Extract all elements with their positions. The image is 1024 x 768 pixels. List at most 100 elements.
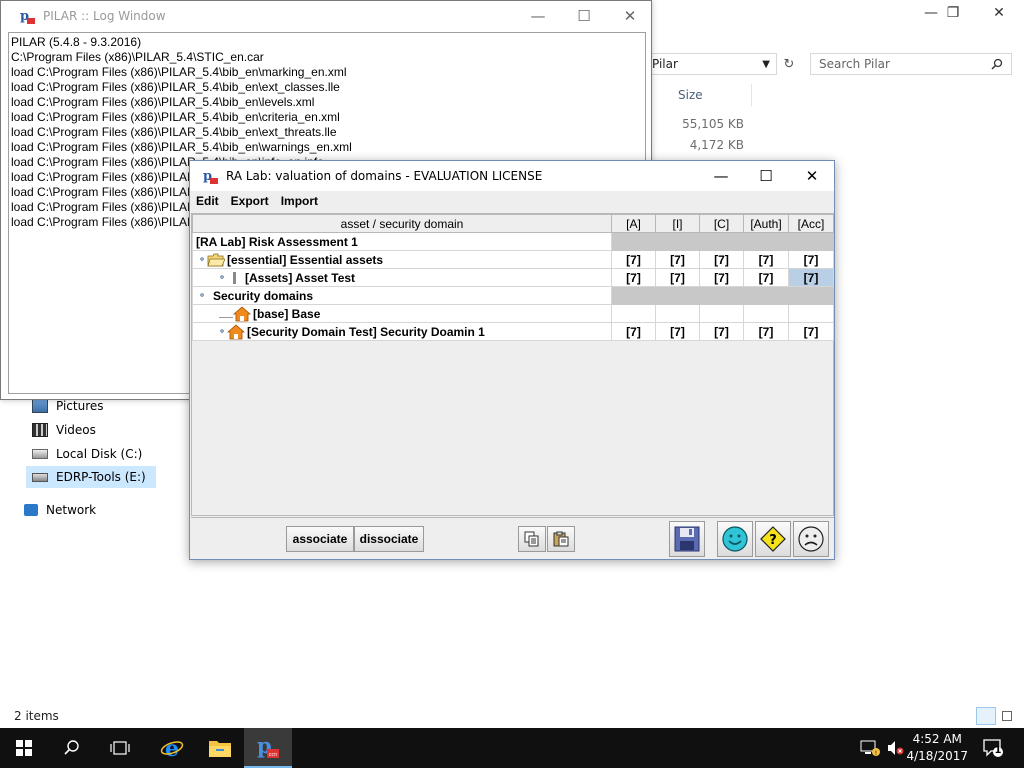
explorer-close-button[interactable]: ✕ <box>976 0 1022 26</box>
column-header-acc[interactable]: [Acc] <box>788 214 834 233</box>
value-cell[interactable]: [7] <box>699 268 744 287</box>
value-cell[interactable] <box>699 232 744 251</box>
ra-maximize-button[interactable]: ☐ <box>743 161 789 191</box>
details-view-button[interactable] <box>976 707 996 725</box>
log-minimize-button[interactable]: — <box>515 1 561 31</box>
value-cell[interactable]: [7] <box>699 250 744 269</box>
value-cell[interactable]: [7] <box>611 250 656 269</box>
value-cell[interactable] <box>655 304 700 323</box>
tree-cell[interactable]: ⚬ Security domains <box>192 286 612 305</box>
value-cell[interactable]: [7] <box>611 268 656 287</box>
column-header-c[interactable]: [C] <box>699 214 744 233</box>
search-input[interactable]: Search Pilar <box>810 53 1012 75</box>
log-line: load C:\Program Files (x86)\PILAR_5.4\bi… <box>11 95 315 109</box>
value-cell[interactable] <box>611 304 656 323</box>
menu-import[interactable]: Import <box>281 194 318 208</box>
help-button[interactable]: ? <box>755 521 791 557</box>
ra-minimize-button[interactable]: — <box>698 161 744 191</box>
value-cell[interactable]: [7] <box>611 322 656 341</box>
log-maximize-button[interactable]: ☐ <box>561 1 607 31</box>
search-button[interactable] <box>48 728 96 768</box>
action-center-button[interactable]: 1 <box>982 738 1004 758</box>
log-line: load C:\Program Files (x86)\PILAR_5.4\bi… <box>11 110 340 124</box>
column-header-auth[interactable]: [Auth] <box>743 214 789 233</box>
value-cell[interactable]: [7] <box>788 250 834 269</box>
taskbar-pilar-app[interactable]: p ccn <box>244 728 292 768</box>
network-tray-icon[interactable]: ! <box>860 739 880 760</box>
task-view-button[interactable] <box>96 728 144 768</box>
column-header-asset[interactable]: asset / security domain <box>192 214 612 233</box>
save-button[interactable] <box>669 521 705 557</box>
tree-expand-toggle-icon[interactable]: ⚬ <box>197 254 207 265</box>
menu-edit[interactable]: Edit <box>196 194 219 208</box>
happy-face-icon <box>722 526 748 552</box>
menu-export[interactable]: Export <box>231 194 269 208</box>
chevron-down-icon[interactable]: ▼ <box>762 59 770 70</box>
nav-item-network[interactable]: Network <box>24 499 96 521</box>
address-bar[interactable]: Pilar ▼ <box>645 53 777 75</box>
value-cell[interactable]: [7] <box>655 268 700 287</box>
network-icon <box>24 504 38 516</box>
value-cell[interactable] <box>788 286 834 305</box>
tree-expand-toggle-icon[interactable]: ⚬ <box>217 326 227 337</box>
large-icons-view-button[interactable] <box>998 707 1018 725</box>
copy-button[interactable] <box>518 526 546 552</box>
ra-window-titlebar[interactable]: p RA Lab: valuation of domains - EVALUAT… <box>190 161 834 191</box>
videos-icon <box>32 423 48 437</box>
table-row[interactable]: ⚬ Security domains <box>192 286 834 305</box>
table-row[interactable]: ⚬ [Assets] Asset Test [7] [7] [7] [7] [7… <box>192 268 834 287</box>
refresh-icon[interactable]: ↻ <box>779 53 799 75</box>
cancel-button[interactable] <box>793 521 829 557</box>
paste-button[interactable] <box>547 526 575 552</box>
column-header-i[interactable]: [I] <box>655 214 700 233</box>
log-window-titlebar[interactable]: p PILAR :: Log Window — ☐ ✕ <box>1 1 651 31</box>
system-clock[interactable]: 4:52 AM 4/18/2017 <box>906 731 968 765</box>
tree-cell[interactable]: ⚬ [essential] Essential assets <box>192 250 612 269</box>
nav-item-local-disk[interactable]: Local Disk (C:) <box>32 443 142 465</box>
tree-cell[interactable]: ⚬ [Security Domain Test] Security Doamin… <box>192 322 612 341</box>
value-cell[interactable]: [7] <box>743 268 789 287</box>
value-cell[interactable] <box>655 286 700 305</box>
explorer-restore-button[interactable]: ❐ <box>930 0 976 26</box>
value-cell[interactable] <box>788 304 834 323</box>
column-header-a[interactable]: [A] <box>611 214 656 233</box>
dissociate-button[interactable]: dissociate <box>354 526 424 552</box>
taskbar-internet-explorer[interactable]: e <box>148 728 196 768</box>
associate-button[interactable]: associate <box>286 526 354 552</box>
tree-node-icon[interactable]: ⚬ <box>217 272 227 283</box>
value-cell[interactable] <box>611 232 656 251</box>
volume-muted-icon[interactable] <box>886 739 904 760</box>
value-cell[interactable] <box>699 286 744 305</box>
value-cell[interactable]: [7] <box>788 322 834 341</box>
value-cell[interactable] <box>743 232 789 251</box>
nav-item-edrp-tools[interactable]: EDRP-Tools (E:) <box>26 466 156 488</box>
start-button[interactable] <box>0 728 48 768</box>
nav-item-videos[interactable]: Videos <box>32 419 96 441</box>
size-column-header[interactable]: Size <box>672 84 752 106</box>
log-close-button[interactable]: ✕ <box>607 1 653 31</box>
ra-close-button[interactable]: ✕ <box>789 161 835 191</box>
value-cell[interactable]: [7] <box>743 322 789 341</box>
value-cell[interactable] <box>699 304 744 323</box>
ok-button[interactable] <box>717 521 753 557</box>
table-row[interactable]: ⚬ [essential] Essential assets [7] [7] [… <box>192 250 834 269</box>
value-cell[interactable] <box>743 304 789 323</box>
value-cell[interactable] <box>743 286 789 305</box>
table-row[interactable]: [RA Lab] Risk Assessment 1 <box>192 232 834 251</box>
value-cell[interactable]: [7] <box>743 250 789 269</box>
tree-cell[interactable]: [base] Base <box>192 304 612 323</box>
value-cell[interactable] <box>655 232 700 251</box>
tree-cell[interactable]: [RA Lab] Risk Assessment 1 <box>192 232 612 251</box>
taskbar-file-explorer[interactable] <box>196 728 244 768</box>
table-row[interactable]: [base] Base <box>192 304 834 323</box>
value-cell[interactable]: [7] <box>699 322 744 341</box>
value-cell[interactable] <box>788 232 834 251</box>
table-row[interactable]: ⚬ [Security Domain Test] Security Doamin… <box>192 322 834 341</box>
tree-expand-toggle-icon[interactable]: ⚬ <box>197 290 207 301</box>
value-cell[interactable]: [7] <box>655 250 700 269</box>
value-cell-selected[interactable]: [7] <box>788 268 834 287</box>
value-cell[interactable]: [7] <box>655 322 700 341</box>
asset-bar-icon <box>233 271 236 284</box>
tree-cell[interactable]: ⚬ [Assets] Asset Test <box>192 268 612 287</box>
value-cell[interactable] <box>611 286 656 305</box>
